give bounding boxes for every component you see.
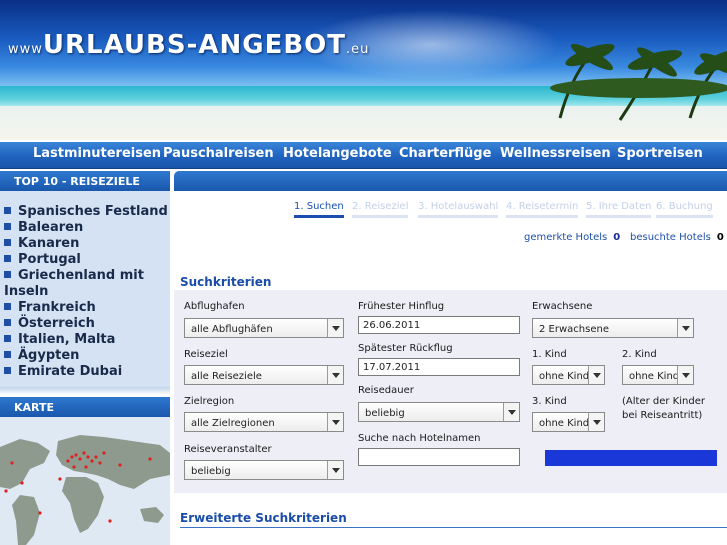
chevron-down-icon — [327, 461, 343, 479]
square-bullet-icon — [4, 335, 11, 342]
step-hotelauswahl: 3. Hotelauswahl — [418, 201, 499, 218]
veranstalter-label: Reiseveranstalter — [184, 444, 272, 455]
main-header-bar — [174, 171, 727, 191]
chevron-down-icon — [588, 366, 604, 384]
top10-item-oesterreich[interactable]: Österreich — [4, 316, 170, 332]
reisedauer-label: Reisedauer — [358, 385, 414, 396]
step-reisetermin: 4. Reisetermin — [506, 201, 579, 218]
square-bullet-icon — [4, 271, 11, 278]
top10-item-griechenland[interactable]: Griechenland mit Inseln — [4, 268, 170, 300]
advanced-criteria-title[interactable]: Erweiterte Suchkriterien — [180, 511, 347, 525]
logo-main: URLAUBS-ANGEBOT — [42, 30, 347, 60]
site-logo[interactable]: wwwURLAUBS-ANGEBOT.eu — [8, 30, 369, 60]
top10-item-aegypten[interactable]: Ägypten — [4, 348, 170, 364]
chevron-down-icon — [677, 366, 693, 384]
top10-list: Spanisches Festland Balearen Kanaren Por… — [0, 191, 170, 380]
square-bullet-icon — [4, 319, 11, 326]
kind3-label: 3. Kind — [532, 396, 567, 407]
square-bullet-icon — [4, 207, 11, 214]
sidebar-separator — [0, 387, 170, 395]
square-bullet-icon — [4, 351, 11, 358]
erwachsene-label: Erwachsene — [532, 301, 593, 312]
kinder-hint-line1: (Alter der Kinder — [622, 396, 705, 407]
chevron-down-icon — [327, 413, 343, 431]
nav-item-sportreisen[interactable]: Sportreisen — [617, 146, 703, 161]
step-ihre-daten: 5. Ihre Daten — [586, 201, 652, 218]
logo-suffix: .eu — [346, 42, 370, 57]
nav-item-lastminutereisen[interactable]: Lastminutereisen — [33, 146, 161, 161]
kind2-label: 2. Kind — [622, 349, 657, 360]
zielregion-label: Zielregion — [184, 396, 235, 407]
top10-item-kanaren[interactable]: Kanaren — [4, 236, 170, 252]
top10-box: Spanisches Festland Balearen Kanaren Por… — [0, 191, 170, 387]
chevron-down-icon — [327, 366, 343, 384]
rueckflug-date-input[interactable]: 17.07.2011 — [358, 358, 520, 376]
square-bullet-icon — [4, 255, 11, 262]
chevron-down-icon — [677, 319, 693, 337]
kind1-select[interactable]: ohne Kind — [532, 365, 605, 385]
abflughafen-select[interactable]: alle Abflughäfen — [184, 318, 344, 338]
erwachsene-select[interactable]: 2 Erwachsene — [532, 318, 694, 338]
search-criteria-title: Suchkriterien — [180, 275, 272, 289]
sidebar: TOP 10 - REISEZIELE Spanisches Festland … — [0, 171, 170, 545]
top10-item-spanisches-festland[interactable]: Spanisches Festland — [4, 204, 170, 220]
kind3-select[interactable]: ohne Kind — [532, 412, 605, 432]
hotelname-label: Suche nach Hotelnamen — [358, 433, 481, 444]
marked-hotels-link[interactable]: gemerkte Hotels 0 — [524, 232, 620, 243]
kind1-label: 1. Kind — [532, 349, 567, 360]
top10-item-balearen[interactable]: Balearen — [4, 220, 170, 236]
nav-item-hotelangebote[interactable]: Hotelangebote — [283, 146, 392, 161]
palm-trees-image — [550, 43, 727, 121]
top10-item-portugal[interactable]: Portugal — [4, 252, 170, 268]
hotelname-input[interactable] — [358, 448, 520, 466]
top10-item-frankreich[interactable]: Frankreich — [4, 300, 170, 316]
main-nav: Lastminutereisen Pauschalreisen Hotelang… — [0, 142, 727, 169]
square-bullet-icon — [4, 303, 11, 310]
visited-hotels-link[interactable]: besuchte Hotels 0 — [630, 232, 724, 243]
zielregion-select[interactable]: alle Zielregionen — [184, 412, 344, 432]
top10-item-emirate-dubai[interactable]: Emirate Dubai — [4, 364, 170, 380]
search-button[interactable] — [545, 450, 717, 466]
reisedauer-select[interactable]: beliebig — [358, 402, 520, 422]
header-banner: wwwURLAUBS-ANGEBOT.eu — [0, 0, 727, 140]
nav-item-wellnessreisen[interactable]: Wellnessreisen — [500, 146, 611, 161]
kind2-select[interactable]: ohne Kind — [622, 365, 694, 385]
rueckflug-label: Spätester Rückflug — [358, 343, 453, 354]
hinflug-date-input[interactable]: 26.06.2011 — [358, 316, 520, 334]
reiseziel-label: Reiseziel — [184, 349, 228, 360]
advanced-criteria-divider — [180, 527, 727, 528]
chevron-down-icon — [588, 413, 604, 431]
marked-hotels-count: 0 — [613, 232, 621, 243]
step-reiseziel: 2. Reiseziel — [352, 201, 409, 218]
world-map-image — [0, 435, 170, 545]
square-bullet-icon — [4, 223, 11, 230]
world-map[interactable] — [0, 417, 170, 545]
square-bullet-icon — [4, 367, 11, 374]
top10-item-italien-malta[interactable]: Italien, Malta — [4, 332, 170, 348]
veranstalter-select[interactable]: beliebig — [184, 460, 344, 480]
hinflug-label: Frühester Hinflug — [358, 301, 445, 312]
booking-steps: 1. Suchen 2. Reiseziel 3. Hotelauswahl 4… — [294, 201, 724, 221]
visited-hotels-count: 0 — [716, 232, 724, 243]
map-heading: KARTE — [0, 397, 170, 417]
nav-item-pauschalreisen[interactable]: Pauschalreisen — [163, 146, 274, 161]
step-suchen[interactable]: 1. Suchen — [294, 201, 344, 218]
chevron-down-icon — [327, 319, 343, 337]
abflughafen-label: Abflughafen — [184, 301, 245, 312]
chevron-down-icon — [503, 403, 519, 421]
square-bullet-icon — [4, 239, 11, 246]
nav-item-charterfluege[interactable]: Charterflüge — [399, 146, 491, 161]
logo-prefix: www — [8, 42, 43, 57]
step-buchung: 6. Buchung — [656, 201, 713, 218]
kinder-hint-line2: bei Reiseantritt) — [622, 410, 703, 421]
reiseziel-select[interactable]: alle Reiseziele — [184, 365, 344, 385]
main-content: 1. Suchen 2. Reiseziel 3. Hotelauswahl 4… — [174, 191, 727, 545]
top10-heading: TOP 10 - REISEZIELE — [0, 171, 170, 191]
